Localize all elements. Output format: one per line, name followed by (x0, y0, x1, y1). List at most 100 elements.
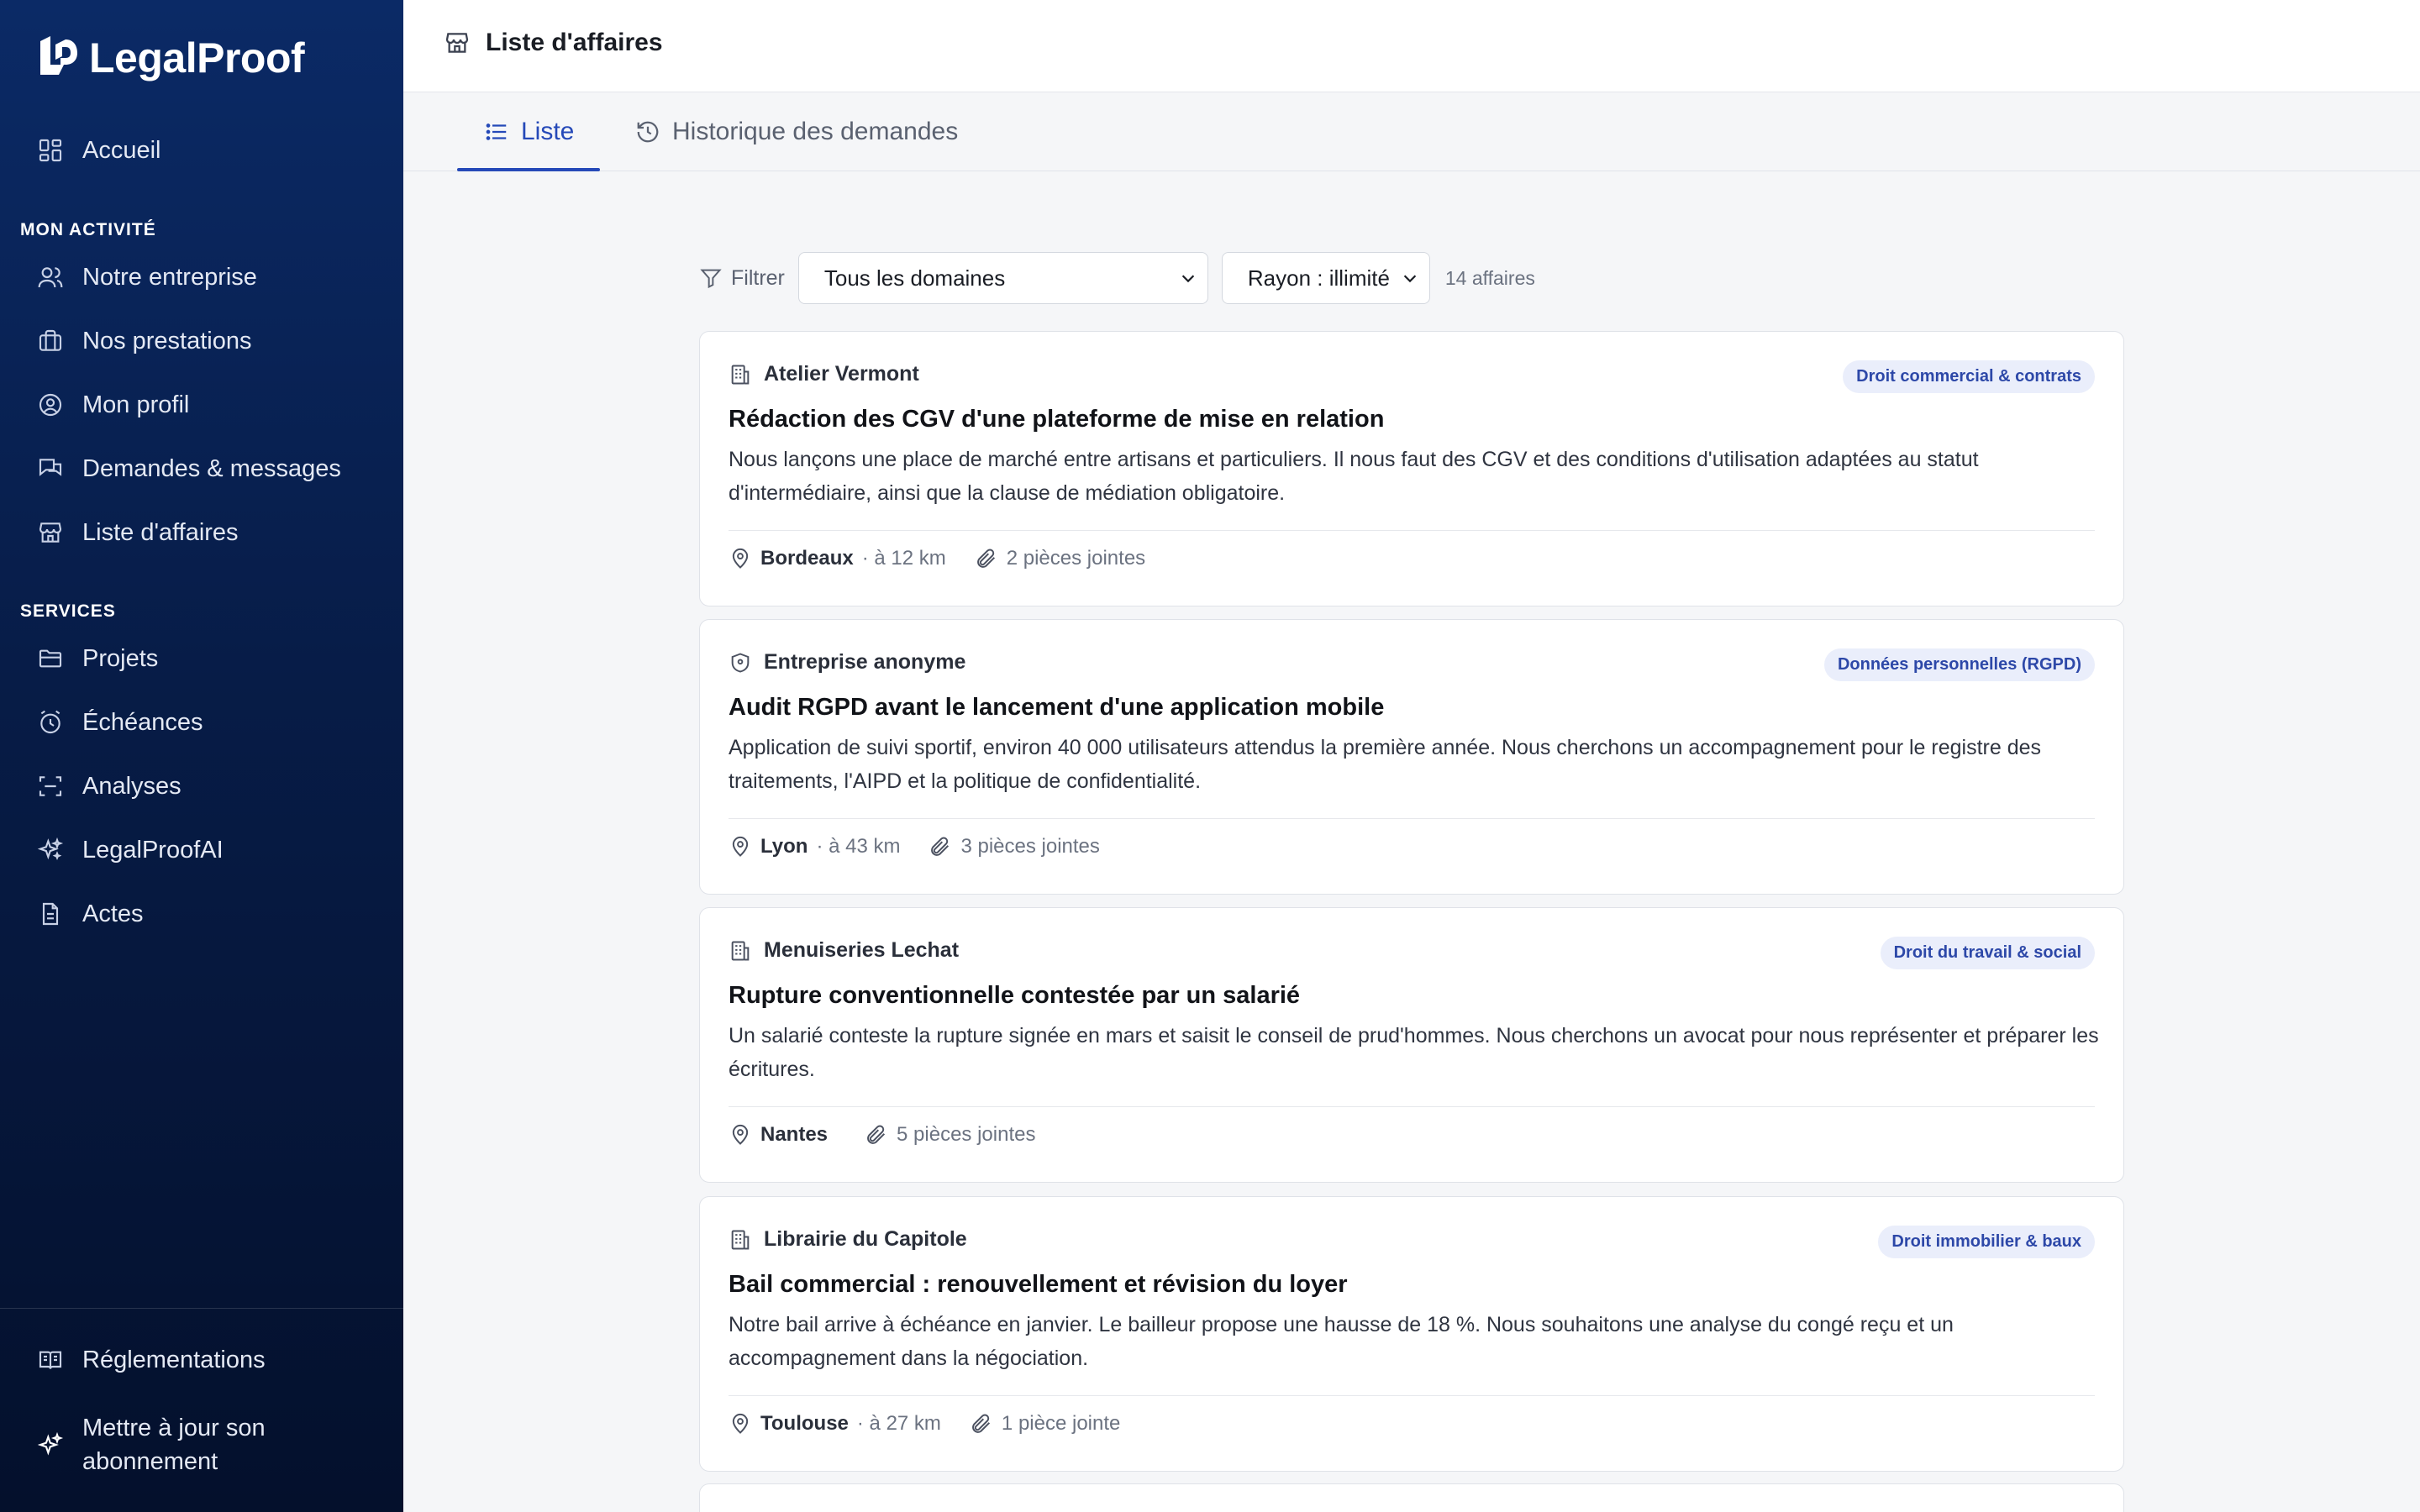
alarm-icon (40, 710, 60, 734)
card-divider (729, 1395, 2095, 1396)
affaire-card[interactable]: Menuiseries Lechat Droit du travail & so… (699, 907, 2124, 1183)
card-city: Toulouse (760, 1412, 849, 1435)
sidebar-item-label: Mettre à jour son abonnement (82, 1415, 266, 1475)
sidebar-item-nos-prestations[interactable]: Nos prestations (37, 323, 252, 360)
building-icon (731, 365, 750, 384)
chevron-down-icon (1181, 275, 1195, 283)
sidebar-item-demandes-messages[interactable]: Demandes & messages (37, 450, 341, 487)
sidebar-item-reglementations[interactable]: Réglementations (37, 1341, 266, 1378)
paperclip-icon (931, 837, 950, 856)
map-pin-icon (732, 1125, 749, 1145)
section-label-activity: MON ACTIVITÉ (20, 220, 156, 239)
sidebar-item-accueil[interactable]: Accueil (37, 132, 161, 169)
map-pin-icon (732, 549, 749, 569)
sidebar-item-liste-affaires[interactable]: Liste d'affaires (37, 514, 239, 551)
legalproof-logo-icon (40, 36, 77, 75)
card-attachments[interactable]: 5 pièces jointes (865, 1123, 1035, 1147)
radius-select[interactable]: Rayon : illimité (1221, 252, 1430, 304)
card-description: Nous lançons une place de marché entre a… (729, 448, 1979, 505)
tab-liste[interactable]: Liste (484, 92, 574, 171)
card-city: Bordeaux (760, 547, 854, 570)
history-icon (637, 121, 659, 143)
affaire-card[interactable] (699, 1483, 2124, 1512)
brand-logo[interactable]: LegalProof (35, 34, 305, 82)
radius-select-value: Rayon : illimité (1247, 265, 1390, 291)
sidebar-divider (0, 1308, 403, 1309)
sidebar-item-notre-entreprise[interactable]: Notre entreprise (37, 259, 257, 296)
paperclip-icon (972, 1414, 990, 1433)
domain-badge: Droit immobilier & baux (1878, 1226, 2095, 1258)
card-company-name: Entreprise anonyme (764, 650, 966, 674)
sidebar-item-label: Liste d'affaires (82, 518, 239, 546)
card-attachments[interactable]: 3 pièces jointes (929, 835, 1100, 858)
building-icon (731, 941, 750, 960)
card-meta: Bordeaux · à 12 km 2 pièces jointes (729, 547, 1145, 570)
sidebar-item-label: Accueil (82, 136, 161, 164)
sidebar: LegalProof Accueil MON ACTIVITÉ Notre en… (0, 0, 403, 1512)
domain-select-value: Tous les domaines (823, 265, 1006, 291)
sidebar-item-label: Analyses (82, 772, 182, 800)
domain-badge: Données personnelles (RGPD) (1823, 648, 2095, 681)
card-attachments-label: 5 pièces jointes (897, 1123, 1036, 1146)
document-icon (42, 902, 59, 926)
chevron-down-icon (1403, 275, 1417, 283)
card-attachments[interactable]: 2 pièces jointes (975, 547, 1145, 570)
affaire-card[interactable]: Librairie du Capitole Droit immobilier &… (699, 1196, 2124, 1472)
card-meta: Nantes 5 pièces jointes (729, 1123, 1035, 1147)
list-icon (486, 123, 507, 140)
sidebar-item-label: LegalProofAI (82, 836, 224, 864)
scan-icon (39, 776, 62, 796)
domain-select[interactable]: Tous les domaines (797, 252, 1208, 304)
card-company-name: Librairie du Capitole (764, 1227, 967, 1251)
user-circle-icon (39, 393, 62, 417)
shield-icon (731, 652, 750, 673)
active-tab-indicator (457, 168, 600, 171)
map-pin-icon (732, 837, 749, 857)
sidebar-item-legalproofai[interactable]: LegalProofAI (37, 832, 224, 869)
sidebar-item-upgrade-subscription[interactable]: Mettre à jour son abonnement (37, 1411, 334, 1478)
card-attachments-label: 3 pièces jointes (960, 835, 1100, 858)
building-icon (731, 1230, 750, 1249)
tab-historique[interactable]: Historique des demandes (635, 92, 958, 171)
sidebar-item-label: Demandes & messages (82, 454, 341, 482)
folder-icon (39, 649, 62, 668)
users-icon (38, 267, 63, 288)
card-title: Audit RGPD avant le lancement d'une appl… (729, 694, 1385, 721)
paperclip-icon (867, 1125, 886, 1144)
affaire-card[interactable]: Entreprise anonyme Données personnelles … (699, 619, 2124, 895)
briefcase-icon (39, 329, 62, 351)
affaire-card[interactable]: Atelier Vermont Droit commercial & contr… (699, 331, 2124, 606)
sidebar-item-analyses[interactable]: Analyses (37, 768, 182, 805)
card-description: Un salarié conteste la rupture signée en… (729, 1024, 2099, 1081)
card-city: Nantes (760, 1123, 829, 1146)
card-company: Librairie du Capitole (729, 1227, 967, 1252)
store-icon (39, 522, 62, 543)
sidebar-item-mon-profil[interactable]: Mon profil (37, 386, 189, 423)
domain-badge: Droit commercial & contrats (1843, 360, 2095, 393)
sidebar-item-actes[interactable]: Actes (37, 895, 144, 932)
sidebar-item-label: Nos prestations (82, 327, 252, 354)
card-meta: Toulouse · à 27 km 1 pièce jointe (729, 1412, 1120, 1436)
card-title: Rédaction des CGV d'une plateforme de mi… (729, 406, 1385, 433)
card-divider (729, 818, 2095, 819)
map-pin-icon (732, 1414, 749, 1434)
card-description: Application de suivi sportif, environ 40… (729, 736, 2042, 793)
sidebar-item-label: Échéances (82, 708, 203, 736)
sidebar-item-label: Actes (82, 900, 144, 927)
filter-button[interactable]: Filtrer (699, 266, 785, 291)
card-attachments[interactable]: 1 pièce jointe (970, 1412, 1120, 1436)
section-label-services: SERVICES (20, 601, 116, 621)
sidebar-item-echeances[interactable]: Échéances (37, 704, 203, 741)
card-meta: Lyon · à 43 km 3 pièces jointes (729, 835, 1100, 858)
page-title-text: Liste d'affaires (486, 29, 663, 56)
sidebar-item-label: Mon profil (82, 391, 190, 418)
card-company: Entreprise anonyme (729, 650, 965, 675)
sidebar-item-label: Réglementations (82, 1346, 266, 1373)
card-title: Bail commercial : renouvellement et révi… (729, 1271, 1348, 1298)
card-attachments-label: 2 pièces jointes (1006, 547, 1146, 570)
card-distance: · à 12 km (861, 547, 946, 570)
card-divider (729, 530, 2095, 531)
results-count: 14 affaires (1444, 266, 1535, 289)
card-attachments-label: 1 pièce jointe (1001, 1412, 1121, 1435)
sidebar-item-projets[interactable]: Projets (37, 640, 158, 677)
